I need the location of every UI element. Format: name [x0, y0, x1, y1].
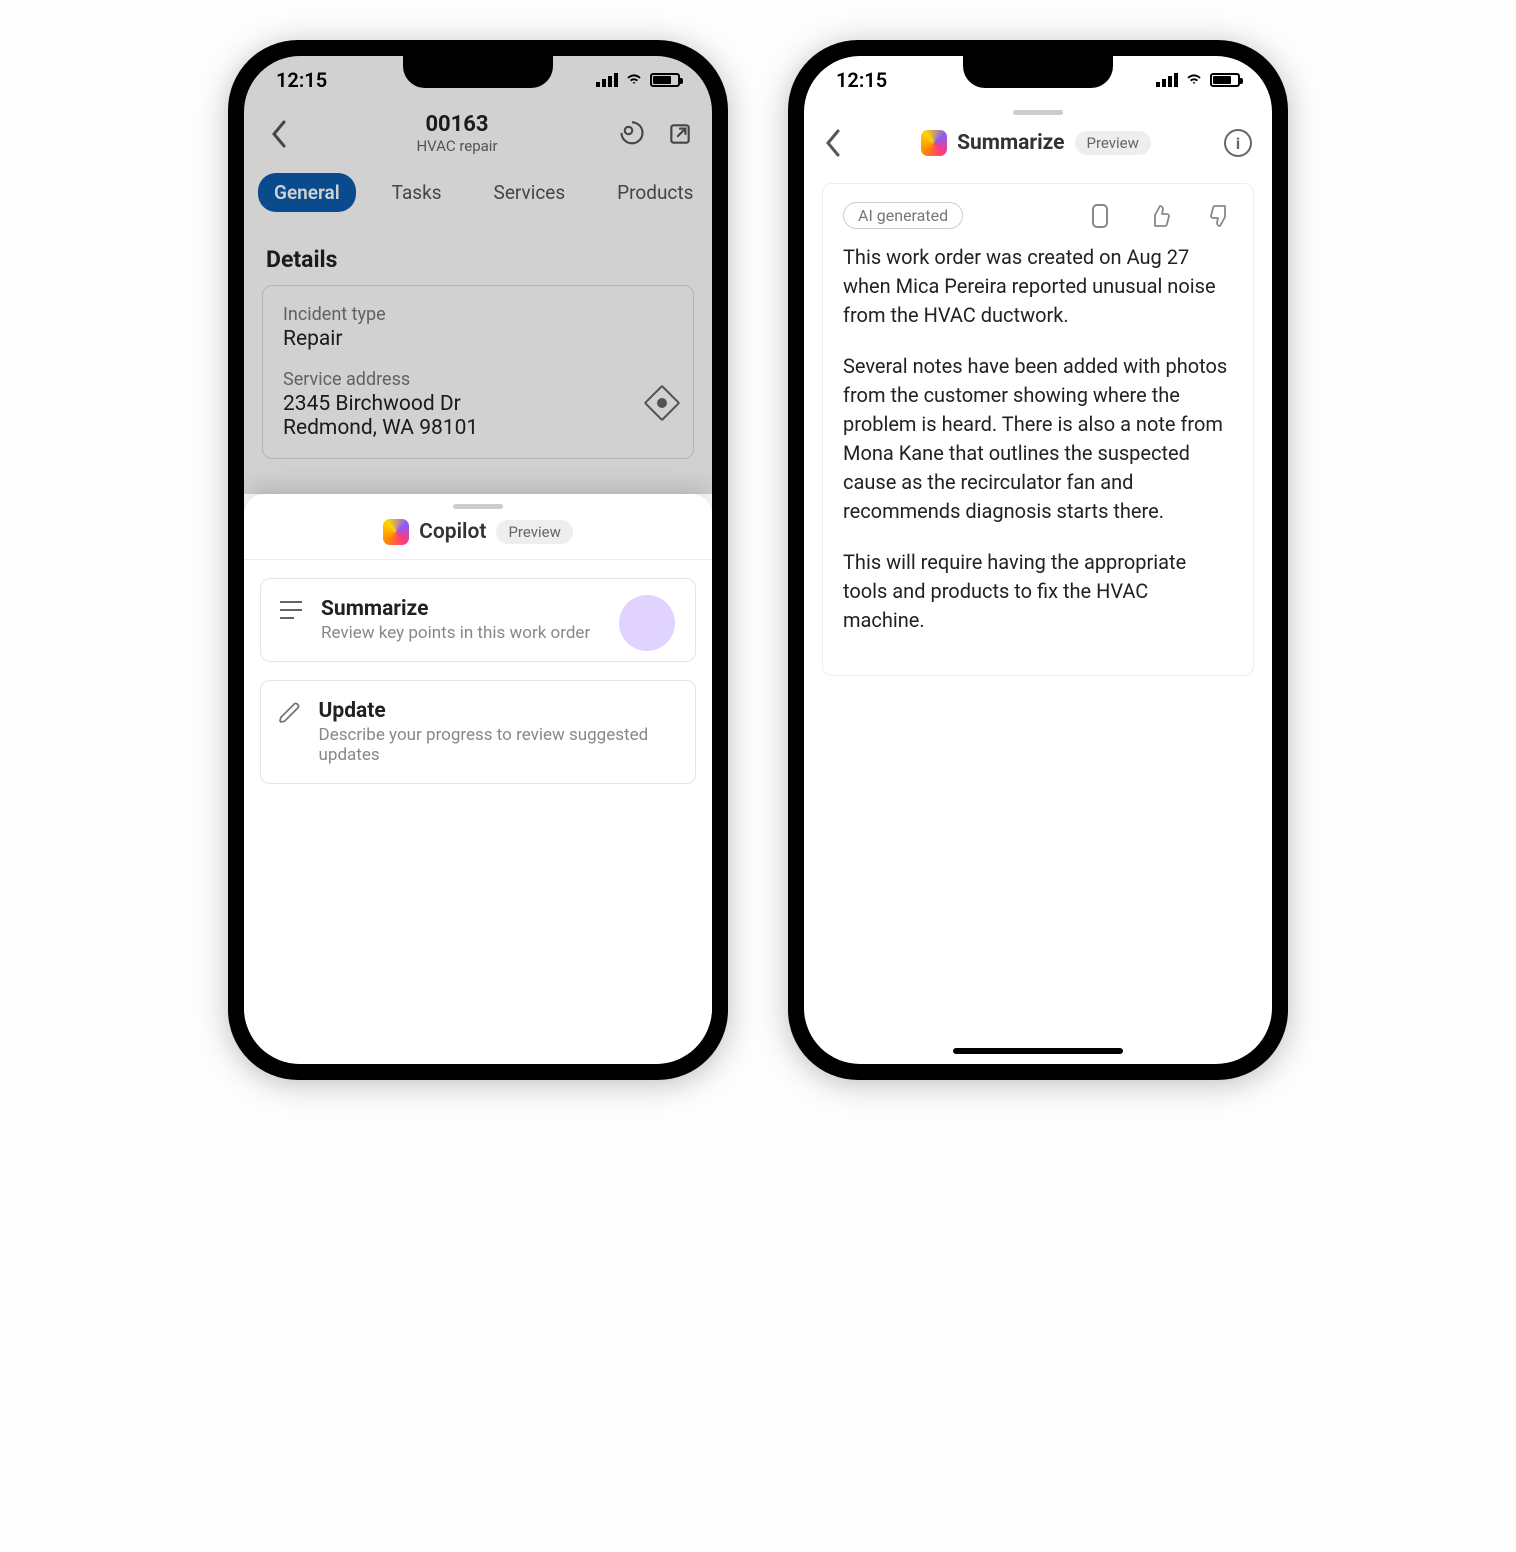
summarize-title: Summarize	[321, 597, 590, 621]
tab-services[interactable]: Services	[478, 173, 582, 212]
details-card: Incident type Repair Service address 234…	[262, 285, 694, 459]
thumbs-up-icon[interactable]	[1147, 203, 1173, 229]
open-external-icon[interactable]	[666, 120, 694, 148]
incident-type-label: Incident type	[283, 304, 673, 325]
copilot-sheet: Copilot Preview Summarize Review key poi…	[244, 494, 712, 1064]
update-title: Update	[319, 699, 679, 723]
status-bar: 12:15	[244, 56, 712, 104]
status-time: 12:15	[836, 68, 887, 92]
back-button[interactable]	[824, 129, 848, 157]
wifi-icon	[1184, 72, 1204, 88]
phone-left: 12:15 00163 HVAC repair	[228, 40, 728, 1080]
summary-icon	[277, 597, 305, 621]
summarize-action[interactable]: Summarize Review key points in this work…	[260, 578, 696, 662]
update-subtitle: Describe your progress to review suggest…	[319, 725, 679, 765]
thumbs-down-icon[interactable]	[1207, 203, 1233, 229]
tap-highlight	[619, 595, 675, 651]
home-indicator[interactable]	[953, 1048, 1123, 1054]
preview-chip: Preview	[496, 520, 572, 544]
tab-tasks[interactable]: Tasks	[376, 173, 458, 212]
address-line-2: Redmond, WA 98101	[283, 416, 673, 440]
pencil-icon	[277, 699, 303, 725]
incident-type-value: Repair	[283, 327, 673, 351]
copy-icon[interactable]	[1087, 203, 1113, 229]
battery-icon	[1210, 73, 1240, 87]
phone-right: 12:15 Summarize Preview i	[788, 40, 1288, 1080]
status-time: 12:15	[276, 68, 327, 92]
summary-paragraph: This work order was created on Aug 27 wh…	[843, 243, 1233, 330]
copilot-logo-icon	[921, 130, 947, 156]
ai-generated-chip: AI generated	[843, 202, 963, 229]
details-heading: Details	[244, 228, 712, 285]
wifi-icon	[624, 72, 644, 88]
address-line-1: 2345 Birchwood Dr	[283, 392, 673, 416]
sheet-drag-handle[interactable]	[453, 504, 503, 509]
preview-chip: Preview	[1075, 131, 1151, 155]
signal-icon	[596, 73, 618, 87]
screen-left: 12:15 00163 HVAC repair	[244, 56, 712, 1064]
tab-general[interactable]: General	[258, 173, 356, 212]
summary-card: AI generated Thi	[822, 183, 1254, 676]
summarize-page-title: Summarize	[957, 131, 1064, 155]
summary-paragraph: Several notes have been added with photo…	[843, 352, 1233, 526]
signal-icon	[1156, 73, 1178, 87]
back-button[interactable]	[262, 116, 296, 152]
tab-bar: General Tasks Services Products Tir	[244, 159, 712, 228]
summary-paragraph: This will require having the appropriate…	[843, 548, 1233, 635]
info-icon[interactable]: i	[1224, 129, 1252, 157]
screen-right: 12:15 Summarize Preview i	[804, 56, 1272, 1064]
status-bar: 12:15	[804, 56, 1272, 104]
summarize-header: Summarize Preview i	[804, 115, 1272, 167]
battery-icon	[650, 73, 680, 87]
copilot-logo-icon	[383, 519, 409, 545]
nav-header: 00163 HVAC repair	[244, 104, 712, 159]
status-icons	[1156, 72, 1240, 88]
page-subtitle: HVAC repair	[304, 137, 610, 155]
summary-body: This work order was created on Aug 27 wh…	[843, 243, 1233, 635]
sheet-title: Copilot	[419, 520, 486, 544]
summarize-subtitle: Review key points in this work order	[321, 623, 590, 643]
page-title: 00163	[304, 112, 610, 137]
tab-products[interactable]: Products	[601, 173, 709, 212]
copilot-icon[interactable]	[618, 120, 646, 148]
status-icons	[596, 72, 680, 88]
update-action[interactable]: Update Describe your progress to review …	[260, 680, 696, 784]
service-address-label: Service address	[283, 369, 673, 390]
